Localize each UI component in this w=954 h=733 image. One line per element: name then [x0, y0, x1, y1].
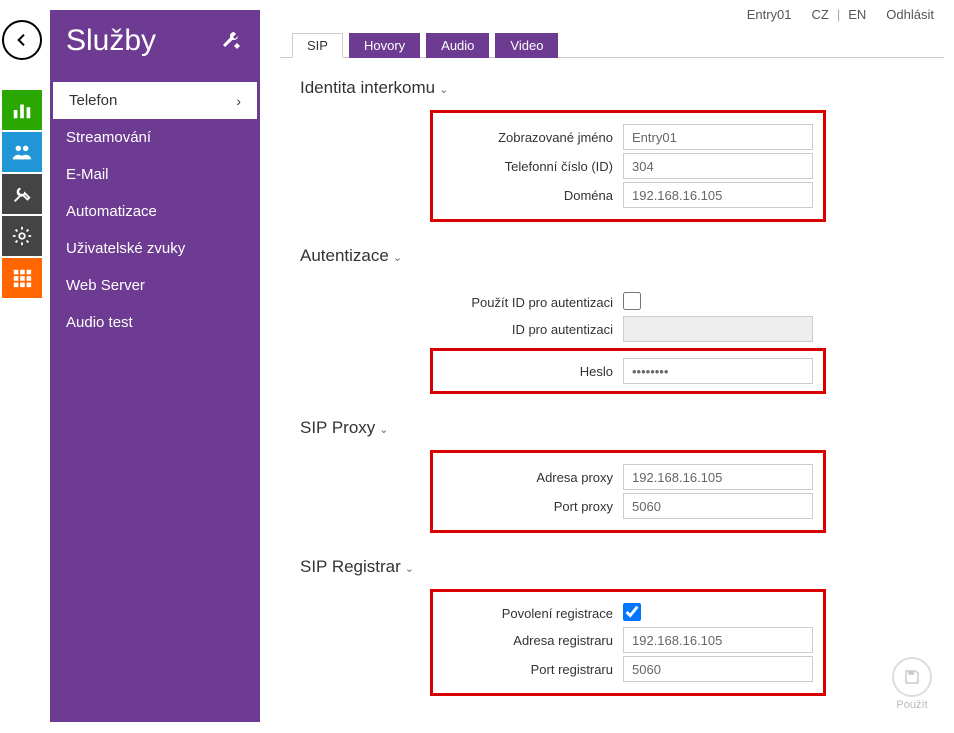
- tab-hovory[interactable]: Hovory: [349, 33, 420, 58]
- chevron-down-icon: ⌄: [379, 424, 388, 436]
- proxy-addr-input[interactable]: [623, 464, 813, 490]
- main-content: SIP Hovory Audio Video Identita interkom…: [280, 32, 944, 733]
- form-sections: Identita interkomu ⌄ Zobrazované jméno Te…: [280, 58, 944, 696]
- phone-id-input[interactable]: [623, 153, 813, 179]
- section-title-text: SIP Registrar: [300, 557, 401, 576]
- rail-tools-button[interactable]: [2, 174, 42, 214]
- section-title-text: Identita interkomu: [300, 78, 435, 97]
- use-id-checkbox[interactable]: [623, 292, 641, 310]
- device-name: Entry01: [747, 7, 792, 22]
- section-identity: Identita interkomu ⌄ Zobrazované jméno Te…: [300, 78, 944, 222]
- registrar-fields: Povolení registrace Adresa registraru Po…: [430, 589, 826, 696]
- save-icon: [903, 668, 921, 686]
- auth-fields-top: Použít ID pro autentizaci ID pro autenti…: [430, 278, 826, 348]
- sidebar-item-label: Audio test: [66, 314, 133, 331]
- phone-id-label: Telefonní číslo (ID): [443, 159, 623, 174]
- display-name-label: Zobrazované jméno: [443, 130, 623, 145]
- chevron-down-icon: ⌄: [393, 252, 402, 264]
- sidebar-item-automatizace[interactable]: Automatizace: [50, 193, 260, 230]
- tab-audio[interactable]: Audio: [426, 33, 489, 58]
- auth-id-label: ID pro autentizaci: [443, 322, 623, 337]
- chevron-down-icon: ⌄: [405, 563, 414, 575]
- section-auth: Autentizace ⌄ Použít ID pro autentizaci I…: [300, 246, 944, 394]
- auth-password-block: Heslo: [430, 348, 826, 394]
- sidebar: Služby Telefon › Streamování E-Mail Auto…: [50, 10, 260, 722]
- sidebar-menu: Telefon › Streamování E-Mail Automatizac…: [50, 82, 260, 341]
- sidebar-item-streamovani[interactable]: Streamování: [50, 119, 260, 156]
- use-id-label: Použít ID pro autentizaci: [443, 295, 623, 310]
- tab-label: Hovory: [364, 38, 405, 53]
- identity-fields: Zobrazované jméno Telefonní číslo (ID) D…: [430, 110, 826, 222]
- tab-label: Video: [510, 38, 543, 53]
- sidebar-item-label: E-Mail: [66, 166, 109, 183]
- users-icon: [11, 141, 33, 163]
- section-title-text: SIP Proxy: [300, 418, 375, 437]
- section-title-text: Autentizace: [300, 246, 389, 265]
- sidebar-item-label: Automatizace: [66, 203, 157, 220]
- sidebar-item-label: Uživatelské zvuky: [66, 240, 185, 257]
- tab-label: Audio: [441, 38, 474, 53]
- grid-icon: [11, 267, 33, 289]
- lang-cz[interactable]: CZ: [812, 7, 829, 22]
- logout-link[interactable]: Odhlásit: [886, 7, 934, 22]
- arrow-left-icon: [14, 32, 30, 48]
- rail-settings-button[interactable]: [2, 216, 42, 256]
- lang-separator: |: [837, 7, 840, 22]
- rail-apps-button[interactable]: [2, 258, 42, 298]
- section-proxy: SIP Proxy ⌄ Adresa proxy Port proxy: [300, 418, 944, 533]
- apply-button[interactable]: Použít: [892, 657, 932, 711]
- lang-en[interactable]: EN: [848, 7, 866, 22]
- sidebar-item-label: Web Server: [66, 277, 145, 294]
- sidebar-item-zvuky[interactable]: Uživatelské zvuky: [50, 230, 260, 267]
- sidebar-item-telefon[interactable]: Telefon ›: [53, 82, 257, 119]
- rail-status-button[interactable]: [2, 90, 42, 130]
- section-registrar: SIP Registrar ⌄ Povolení registrace Adres…: [300, 557, 944, 696]
- sidebar-item-audiotest[interactable]: Audio test: [50, 304, 260, 341]
- section-title[interactable]: Autentizace ⌄: [300, 246, 944, 266]
- back-button[interactable]: [2, 20, 42, 60]
- tab-video[interactable]: Video: [495, 33, 558, 58]
- tabs: SIP Hovory Audio Video: [280, 32, 944, 58]
- proxy-port-input[interactable]: [623, 493, 813, 519]
- rail-users-button[interactable]: [2, 132, 42, 172]
- sidebar-item-label: Streamování: [66, 129, 151, 146]
- bar-chart-icon: [11, 99, 33, 121]
- chevron-right-icon: ›: [236, 93, 241, 109]
- reg-addr-label: Adresa registraru: [443, 633, 623, 648]
- reg-enable-checkbox[interactable]: [623, 603, 641, 621]
- proxy-addr-label: Adresa proxy: [443, 470, 623, 485]
- password-label: Heslo: [443, 364, 623, 379]
- section-title[interactable]: Identita interkomu ⌄: [300, 78, 944, 98]
- tools-icon: [11, 183, 33, 205]
- icon-rail: [2, 20, 44, 298]
- section-title[interactable]: SIP Proxy ⌄: [300, 418, 944, 438]
- sidebar-item-label: Telefon: [69, 92, 117, 109]
- tools-icon: [220, 29, 244, 53]
- apply-label: Použít: [896, 699, 927, 711]
- sidebar-item-email[interactable]: E-Mail: [50, 156, 260, 193]
- section-title[interactable]: SIP Registrar ⌄: [300, 557, 944, 577]
- sidebar-title: Služby: [66, 24, 156, 58]
- apply-circle: [892, 657, 932, 697]
- tab-sip[interactable]: SIP: [292, 33, 343, 58]
- reg-addr-input[interactable]: [623, 627, 813, 653]
- chevron-down-icon: ⌄: [439, 84, 448, 96]
- reg-port-input[interactable]: [623, 656, 813, 682]
- gear-icon: [11, 225, 33, 247]
- auth-id-input: [623, 316, 813, 342]
- proxy-fields: Adresa proxy Port proxy: [430, 450, 826, 533]
- topbar: Entry01 CZ | EN Odhlásit: [727, 0, 954, 28]
- domain-input[interactable]: [623, 182, 813, 208]
- display-name-input[interactable]: [623, 124, 813, 150]
- proxy-port-label: Port proxy: [443, 499, 623, 514]
- sidebar-header: Služby: [50, 10, 260, 82]
- sidebar-item-webserver[interactable]: Web Server: [50, 267, 260, 304]
- reg-port-label: Port registraru: [443, 662, 623, 677]
- domain-label: Doména: [443, 188, 623, 203]
- password-input[interactable]: [623, 358, 813, 384]
- tab-label: SIP: [307, 38, 328, 53]
- reg-enable-label: Povolení registrace: [443, 606, 623, 621]
